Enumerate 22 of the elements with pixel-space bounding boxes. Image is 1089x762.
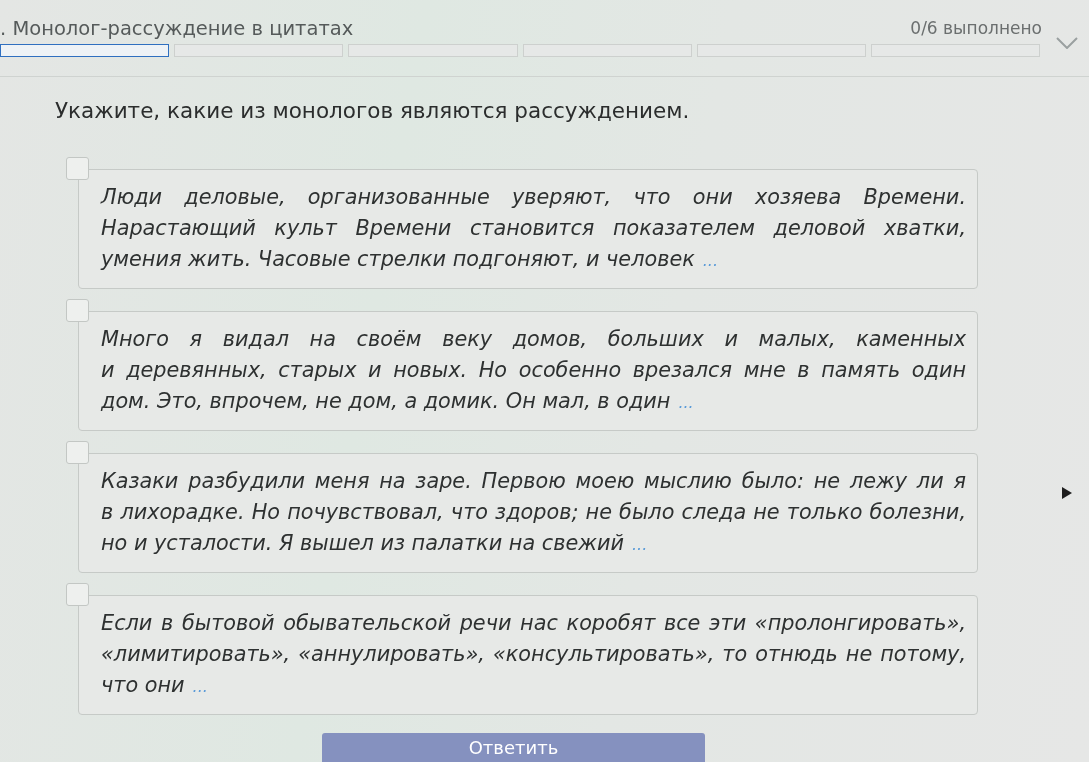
checkbox[interactable]: [66, 583, 89, 606]
answer-option-card[interactable]: Казаки разбудили меня на заре. Первою моею мыслию было: не лежу ли я в лихорадке. Но почувствовал, что здоров; не было следа не только болезни, но и усталости. Я вышел из палатки на свежий ...: [78, 453, 978, 573]
quiz-title: . Монолог-рассуждение в цитатах: [0, 16, 354, 40]
more-link[interactable]: ...: [192, 677, 208, 696]
option-text: Казаки разбудили меня на заре. Первою моею мыслию было: не лежу ли я в лихорадке. Но почувствовал, что здоров; не было следа не только болезни, но и усталости. Я вышел из палатки на свежий ...: [101, 468, 966, 557]
more-link[interactable]: ...: [702, 251, 719, 270]
checkbox[interactable]: [66, 157, 89, 180]
question-text: Укажите, какие из монологов являются рассуждением.: [55, 98, 691, 124]
triangle-icon: [1062, 487, 1072, 499]
answer-option-card[interactable]: Много я видал на своём веку домов, больших и малых, каменных и деревянных, старых и новых. Но особенно врезался мне в память один дом. Это, впрочем, не дом, а домик. Он мал, в один ...: [78, 311, 978, 431]
answer-option-card[interactable]: Если в бытовой обывательской речи нас коробят все эти «пролонгировать», «лимитировать», «аннулировать», «консультировать», то отнюдь не потому, что они ...: [78, 595, 978, 715]
option-text: Много я видал на своём веку домов, больших и малых, каменных и деревянных, старых и новых. Но особенно врезался мне в память один дом. Это, впрочем, не дом, а домик. Он мал, в один ...: [101, 326, 966, 415]
progress-text: 0/6 выполнено: [910, 18, 1042, 38]
answer-option-card[interactable]: Люди деловые, организованные уверяют, что они хозяева Времени. Нарастающий культ Времени становится показателем деловой хватки, умения жить. Часовые стрелки подгоняют, и человек ...: [78, 169, 978, 289]
progress-step[interactable]: [0, 44, 170, 57]
option-text: Люди деловые, организованные уверяют, что они хозяева Времени. Нарастающий культ Времени становится показателем деловой хватки, умения жить. Часовые стрелки подгоняют, и человек ...: [101, 184, 966, 273]
checkbox[interactable]: [66, 299, 89, 322]
more-link[interactable]: ...: [678, 393, 694, 412]
checkbox[interactable]: [66, 441, 89, 464]
option-text: Если в бытовой обывательской речи нас коробят все эти «пролонгировать», «лимитировать», «аннулировать», «консультировать», то отнюдь не потому, что они ...: [101, 610, 966, 699]
chevron-down-icon[interactable]: [1056, 36, 1078, 49]
more-link[interactable]: ...: [632, 535, 648, 554]
